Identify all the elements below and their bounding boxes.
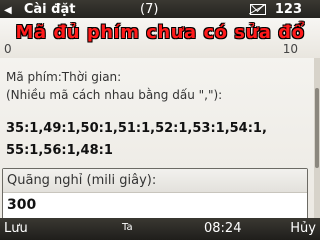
input-mode-indicator: Ta [122,222,133,233]
codes-value-line-1: 35:1,49:1,50:1,51:1,52:1,53:1,54:1, [6,121,267,136]
codes-value-line-2: 55:1,56:1,48:1 [6,143,113,158]
scrollbar-thumb[interactable] [315,88,319,168]
status-left: ◀ Cài đặt [4,2,75,17]
scrollbar[interactable] [314,58,320,218]
tick-marks: 0 10 [0,40,320,58]
index-indicator: (7) [140,2,159,17]
pause-field-value[interactable]: 300 [7,197,36,213]
clock: 08:24 [204,221,242,236]
cancel-softkey[interactable]: Hủy [290,221,316,236]
save-softkey[interactable]: Lưu [4,221,28,236]
back-arrow-icon[interactable]: ◀ [4,5,12,16]
codes-field-value[interactable]: 35:1,49:1,50:1,51:1,52:1,53:1,54:1, 55:1… [6,118,267,162]
codes-label-line-2: (Nhiều mã cách nhau bằng dấu ","): [6,88,223,102]
tick-right: 10 [282,42,298,56]
app-title: Cài đặt [23,2,76,17]
pause-field[interactable]: Quãng nghỉ (mili giây): 300 [2,168,308,222]
mail-icon [250,4,267,15]
status-right: 123 [250,2,302,17]
codes-label-line-1: Mã phím:Thời gian: [6,70,122,84]
tick-left: 0 [4,42,12,56]
codes-field-label: Mã phím:Thời gian: (Nhiều mã cách nhau b… [6,68,222,104]
pause-field-label: Quãng nghỉ (mili giây): [3,169,307,193]
battery-level: 123 [274,2,302,17]
softkey-bar: Lưu Ta 08:24 Hủy [0,218,320,240]
